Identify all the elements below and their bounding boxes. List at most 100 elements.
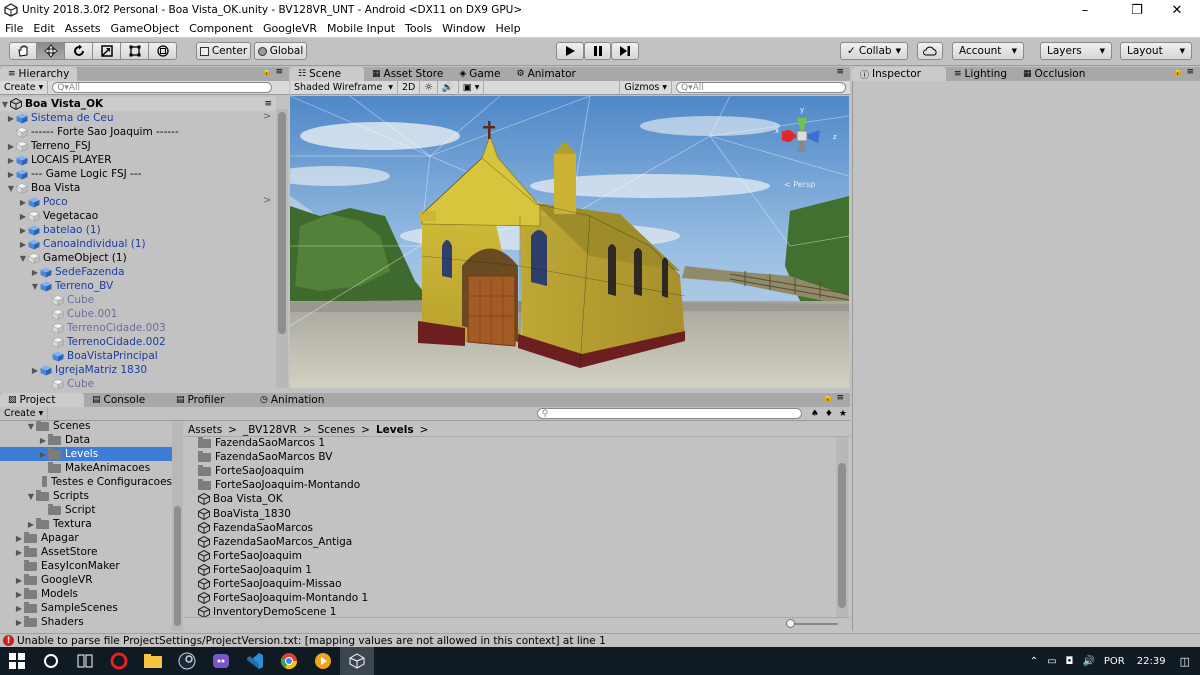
opera-icon[interactable] bbox=[102, 647, 136, 675]
file-scrollbar[interactable] bbox=[836, 437, 848, 617]
collab-dropdown[interactable]: ✓ Collab ▼ bbox=[840, 42, 908, 60]
folder-row[interactable]: ▼ Scripts bbox=[0, 489, 172, 503]
panel-menu-icon[interactable]: ≡ bbox=[836, 67, 844, 77]
file-row[interactable]: ForteSaoJoaquim-Missao bbox=[198, 577, 342, 591]
tab-asset-store[interactable]: ▦ Asset Store bbox=[364, 67, 451, 81]
file-row[interactable]: ForteSaoJoaquim bbox=[198, 464, 304, 478]
menu-window[interactable]: Window bbox=[437, 22, 490, 35]
hierarchy-row[interactable]: TerrenoCidade.003 bbox=[42, 321, 166, 335]
clock[interactable]: 22:39 bbox=[1137, 656, 1166, 667]
file-row[interactable]: Boa Vista_OK bbox=[198, 492, 283, 506]
lighting-toggle[interactable]: ☼ bbox=[420, 80, 438, 95]
chevron-right-icon[interactable]: > bbox=[263, 111, 271, 122]
chevron-right-icon[interactable]: ▶ bbox=[6, 114, 16, 123]
menu-file[interactable]: File bbox=[0, 22, 28, 35]
tab-occlusion[interactable]: ▦ Occlusion bbox=[1015, 67, 1093, 81]
windows-start-icon[interactable] bbox=[0, 647, 34, 675]
hierarchy-row[interactable]: ▶ Vegetacao bbox=[18, 209, 98, 223]
toggle-2d-button[interactable]: 2D bbox=[398, 80, 421, 95]
chevron-right-icon[interactable]: ▶ bbox=[14, 618, 24, 627]
menu-googlevr[interactable]: GoogleVR bbox=[258, 22, 322, 35]
tab-scene[interactable]: ☷ Scene bbox=[290, 67, 364, 81]
tab-animation[interactable]: ◷ Animation bbox=[252, 393, 332, 407]
folder-row[interactable]: ▶ SampleScenes bbox=[0, 601, 172, 615]
folder-row[interactable]: EasyIconMaker bbox=[0, 559, 172, 573]
layout-dropdown[interactable]: Layout ▼ bbox=[1120, 42, 1192, 60]
breadcrumb-assets[interactable]: Assets bbox=[188, 424, 222, 436]
hierarchy-row[interactable]: BoaVistaPrincipal bbox=[42, 349, 158, 363]
gizmos-dropdown[interactable]: Gizmos ▼ bbox=[619, 80, 672, 95]
chevron-right-icon[interactable]: ▶ bbox=[26, 520, 36, 529]
filter-label-icon[interactable]: ♦ bbox=[822, 409, 836, 419]
scene-root-row[interactable]: ▼ Boa Vista_OK ≡ bbox=[0, 97, 276, 111]
breadcrumb-scenes[interactable]: Scenes bbox=[318, 424, 355, 436]
hierarchy-row[interactable]: ▶ batelao (1) bbox=[18, 223, 101, 237]
transform-tool-icon[interactable] bbox=[149, 42, 177, 60]
steam-icon[interactable] bbox=[170, 647, 204, 675]
filter-type-icon[interactable]: ♠ bbox=[808, 409, 822, 419]
hierarchy-row[interactable]: ------ Forte Sao Joaquim ------ bbox=[6, 125, 179, 139]
pause-button[interactable] bbox=[584, 42, 611, 60]
file-row[interactable]: ForteSaoJoaquim bbox=[198, 549, 302, 563]
chevron-right-icon[interactable]: ▶ bbox=[38, 450, 48, 459]
file-row[interactable]: ForteSaoJoaquim-Montando 1 bbox=[198, 591, 368, 605]
chevron-right-icon[interactable]: ▶ bbox=[6, 170, 16, 179]
hierarchy-row[interactable]: ▶ SedeFazenda bbox=[30, 265, 125, 279]
chevron-right-icon[interactable]: ▶ bbox=[6, 142, 16, 151]
folder-row[interactable]: MakeAnimacoes bbox=[0, 461, 172, 475]
account-dropdown[interactable]: Account ▼ bbox=[952, 42, 1024, 60]
scale-tool-icon[interactable] bbox=[93, 42, 121, 60]
tab-project[interactable]: ▧ Project bbox=[0, 393, 84, 407]
chevron-right-icon[interactable]: ▶ bbox=[14, 548, 24, 557]
file-row[interactable]: ForteSaoJoaquim-Montando bbox=[198, 478, 360, 492]
tab-animator[interactable]: ⚙ Animator bbox=[509, 67, 584, 81]
hierarchy-row[interactable]: ▶ Sistema de Ceu bbox=[6, 111, 114, 125]
hierarchy-row[interactable]: ▼ Boa Vista bbox=[6, 181, 80, 195]
tab-game[interactable]: ◈ Game bbox=[451, 67, 508, 81]
chevron-right-icon[interactable]: ▶ bbox=[38, 436, 48, 445]
folder-row[interactable]: ▶ Data bbox=[0, 433, 172, 447]
chevron-right-icon[interactable]: ▶ bbox=[18, 198, 28, 207]
chevron-down-icon[interactable]: ▼ bbox=[18, 254, 28, 263]
chevron-right-icon[interactable]: ▶ bbox=[14, 576, 24, 585]
hierarchy-row[interactable]: ▶ Poco bbox=[18, 195, 68, 209]
step-button[interactable] bbox=[611, 42, 639, 60]
chevron-right-icon[interactable]: ▶ bbox=[30, 268, 40, 277]
menu-help[interactable]: Help bbox=[491, 22, 526, 35]
folder-row[interactable]: Testes e Configuracoes bbox=[0, 475, 172, 489]
chevron-down-icon[interactable]: ▼ bbox=[30, 282, 40, 291]
network-icon[interactable]: ▭ bbox=[1047, 656, 1056, 667]
hierarchy-scrollbar[interactable] bbox=[276, 109, 288, 388]
close-button[interactable]: ✕ bbox=[1154, 0, 1200, 20]
menu-assets[interactable]: Assets bbox=[60, 22, 106, 35]
chevron-right-icon[interactable]: ▶ bbox=[18, 212, 28, 221]
hierarchy-row[interactable]: ▶ CanoaIndividual (1) bbox=[18, 237, 146, 251]
chevron-right-icon[interactable]: ▶ bbox=[14, 534, 24, 543]
file-row[interactable]: BoaVista_1830 bbox=[198, 507, 291, 521]
menu-mobile-input[interactable]: Mobile Input bbox=[322, 22, 400, 35]
chevron-right-icon[interactable]: ▶ bbox=[30, 366, 40, 375]
file-row[interactable]: FazendaSaoMarcos bbox=[198, 521, 313, 535]
unity-taskbar-icon[interactable] bbox=[340, 647, 374, 675]
file-row[interactable]: InventoryDemoScene 1 bbox=[198, 605, 336, 617]
star-icon[interactable]: ★ bbox=[836, 409, 850, 419]
hierarchy-row[interactable]: Cube.001 bbox=[42, 307, 118, 321]
chevron-right-icon[interactable]: ▶ bbox=[18, 240, 28, 249]
language-indicator[interactable]: POR bbox=[1104, 656, 1125, 667]
folder-row[interactable]: ▶ Shaders bbox=[0, 615, 172, 629]
file-explorer-icon[interactable] bbox=[136, 647, 170, 675]
menu-edit[interactable]: Edit bbox=[28, 22, 59, 35]
discord-icon[interactable] bbox=[204, 647, 238, 675]
tab-profiler[interactable]: ▤ Profiler bbox=[168, 393, 252, 407]
chevron-right-icon[interactable]: ▶ bbox=[14, 604, 24, 613]
tab-inspector[interactable]: ⓘ Inspector bbox=[852, 67, 946, 81]
file-row[interactable]: FazendaSaoMarcos 1 bbox=[198, 437, 325, 450]
task-view-icon[interactable] bbox=[68, 647, 102, 675]
hierarchy-row[interactable]: Cube bbox=[42, 293, 94, 307]
panel-menu-icon[interactable]: 🔒 ≡ bbox=[261, 67, 283, 77]
scene-menu-icon[interactable]: ≡ bbox=[264, 99, 272, 109]
menu-gameobject[interactable]: GameObject bbox=[106, 22, 185, 35]
project-search-input[interactable]: ⚲ bbox=[536, 408, 802, 419]
volume-icon[interactable]: 🔊 bbox=[1082, 656, 1094, 667]
tab-lighting[interactable]: ≡ Lighting bbox=[946, 67, 1015, 81]
